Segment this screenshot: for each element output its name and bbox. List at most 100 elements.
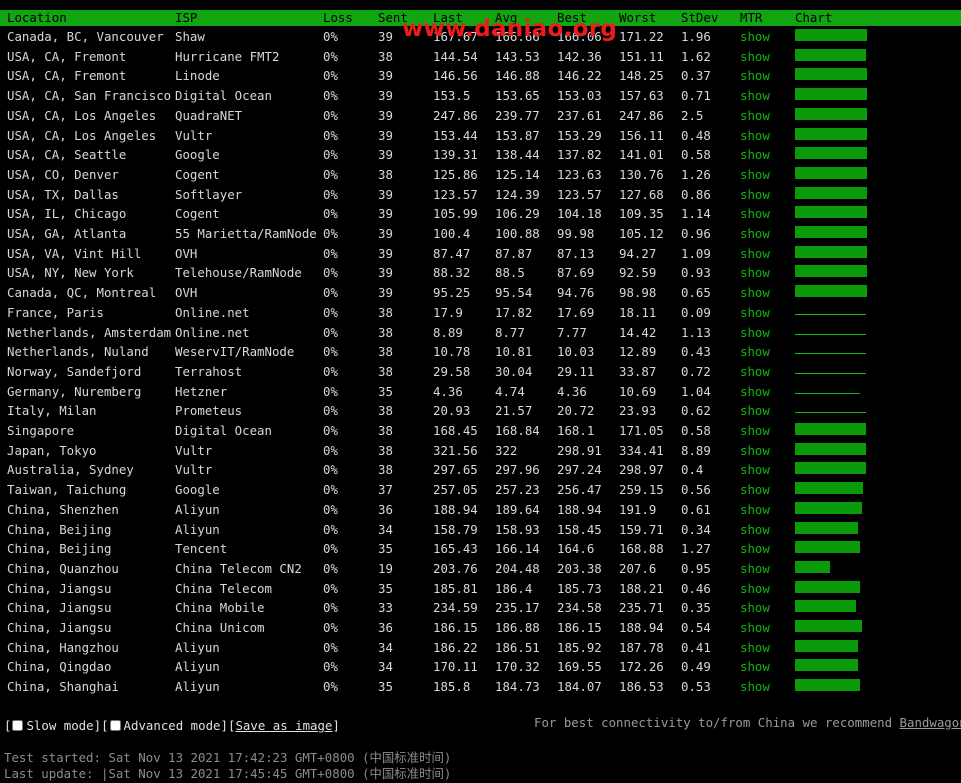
latency-chart-bar <box>795 226 867 238</box>
mtr-show-link[interactable]: show <box>740 500 770 520</box>
row-stdev: 0.53 <box>681 679 711 695</box>
row-isp: China Unicom <box>175 620 265 635</box>
row-best: 20.72 <box>557 403 595 419</box>
latency-chart-bar <box>795 659 858 672</box>
row-loss: 0% <box>323 423 338 438</box>
mtr-show-link[interactable]: show <box>740 421 770 441</box>
row-best: 10.03 <box>557 344 595 360</box>
mtr-show-link[interactable]: show <box>740 126 770 146</box>
row-last: 95.25 <box>433 285 471 301</box>
mtr-show-link[interactable]: show <box>740 66 770 86</box>
row-worst: 130.76 <box>619 166 664 182</box>
latency-chart-bar <box>795 29 867 41</box>
row-stdev: 0.41 <box>681 639 711 655</box>
advanced-mode-checkbox[interactable] <box>109 720 121 731</box>
mtr-show-link[interactable]: show <box>740 165 770 185</box>
row-loss: 0% <box>323 186 338 202</box>
slow-mode-label[interactable]: Slow mode <box>26 718 93 733</box>
row-worst: 171.22 <box>619 29 664 44</box>
row-location: China, Quanzhou <box>7 560 119 576</box>
mtr-show-link[interactable]: show <box>740 539 770 559</box>
row-worst: 235.71 <box>619 600 664 616</box>
mtr-show-link[interactable]: show <box>740 559 770 579</box>
mtr-show-link[interactable]: show <box>740 677 770 697</box>
row-avg: 186.88 <box>495 620 540 635</box>
row-stdev: 1.04 <box>681 383 711 399</box>
mtr-show-link[interactable]: show <box>740 460 770 480</box>
row-worst: 207.6 <box>619 560 657 576</box>
row-stdev: 0.34 <box>681 521 711 537</box>
row-loss: 0% <box>323 521 338 537</box>
mtr-show-link[interactable]: show <box>740 520 770 540</box>
row-sent: 39 <box>378 245 393 261</box>
row-isp: Google <box>175 147 220 163</box>
row-stdev: 2.5 <box>681 107 704 123</box>
table-row: USA, GA, Atlanta 55 Marietta/RamNode 0% 39 1… <box>0 224 961 244</box>
mtr-show-link[interactable]: show <box>740 27 770 47</box>
bracket-mid-2: ][ <box>220 718 236 733</box>
row-isp: Aliyun <box>175 501 220 517</box>
row-best: 123.57 <box>557 186 602 202</box>
table-row: USA, NY, New York Telehouse/RamNode 0% 39 88… <box>0 263 961 283</box>
save-as-image-link[interactable]: Save as image <box>235 718 332 733</box>
row-avg: 153.87 <box>495 127 540 143</box>
row-avg: 138.44 <box>495 147 540 163</box>
table-row: USA, CA, Los Angeles Vultr 0% 39 153.44 153.8… <box>0 126 961 146</box>
row-avg: 143.53 <box>495 48 540 64</box>
mtr-show-link[interactable]: show <box>740 657 770 677</box>
mtr-show-link[interactable]: show <box>740 145 770 165</box>
table-row: Germany, Nuremberg Hetzner 0% 35 4.36 4.74 4.3… <box>0 382 961 402</box>
row-sent: 39 <box>378 107 393 123</box>
col-last: Last <box>433 10 463 25</box>
row-best: 185.92 <box>557 639 602 655</box>
mtr-show-link[interactable]: show <box>740 303 770 323</box>
row-best: 94.76 <box>557 285 595 301</box>
row-isp: Aliyun <box>175 679 220 695</box>
mtr-show-link[interactable]: show <box>740 323 770 343</box>
row-last: 8.89 <box>433 324 463 340</box>
mtr-show-link[interactable]: show <box>740 185 770 205</box>
mtr-show-link[interactable]: show <box>740 579 770 599</box>
slow-mode-checkbox[interactable] <box>12 720 24 731</box>
row-stdev: 0.61 <box>681 501 711 517</box>
mtr-show-link[interactable]: show <box>740 362 770 382</box>
row-stdev: 0.71 <box>681 88 711 104</box>
mtr-show-link[interactable]: show <box>740 263 770 283</box>
mtr-show-link[interactable]: show <box>740 480 770 500</box>
mtr-show-link[interactable]: show <box>740 244 770 264</box>
row-last: 158.79 <box>433 521 478 537</box>
mtr-show-link[interactable]: show <box>740 598 770 618</box>
row-loss: 0% <box>323 363 338 379</box>
mtr-show-link[interactable]: show <box>740 204 770 224</box>
row-last: 165.43 <box>433 541 478 557</box>
row-worst: 109.35 <box>619 206 664 222</box>
latency-chart-bar <box>795 620 862 632</box>
row-last: 247.86 <box>433 107 478 123</box>
mtr-show-link[interactable]: show <box>740 618 770 638</box>
mtr-show-link[interactable]: show <box>740 47 770 67</box>
row-best: 188.94 <box>557 501 602 517</box>
latency-chart-bar <box>795 265 867 278</box>
row-worst: 157.63 <box>619 88 664 104</box>
mtr-show-link[interactable]: show <box>740 224 770 244</box>
row-sent: 36 <box>378 620 393 635</box>
row-best: 234.58 <box>557 600 602 616</box>
mtr-show-link[interactable]: show <box>740 401 770 421</box>
mtr-show-link[interactable]: show <box>740 283 770 303</box>
row-loss: 0% <box>323 383 338 399</box>
row-avg: 153.65 <box>495 88 540 104</box>
bandwagon-link[interactable]: BandwagonHo <box>900 715 961 730</box>
mtr-show-link[interactable]: show <box>740 106 770 126</box>
mtr-show-link[interactable]: show <box>740 441 770 461</box>
row-best: 137.82 <box>557 147 602 163</box>
mtr-show-link[interactable]: show <box>740 638 770 658</box>
row-best: 184.07 <box>557 679 602 695</box>
row-worst: 156.11 <box>619 127 664 143</box>
mtr-show-link[interactable]: show <box>740 342 770 362</box>
row-location: USA, CA, San Francisco <box>7 88 172 104</box>
latency-chart-bar <box>795 127 867 140</box>
advanced-mode-label[interactable]: Advanced mode <box>124 718 221 733</box>
mtr-show-link[interactable]: show <box>740 86 770 106</box>
mtr-show-link[interactable]: show <box>740 382 770 402</box>
row-sent: 39 <box>378 68 393 84</box>
